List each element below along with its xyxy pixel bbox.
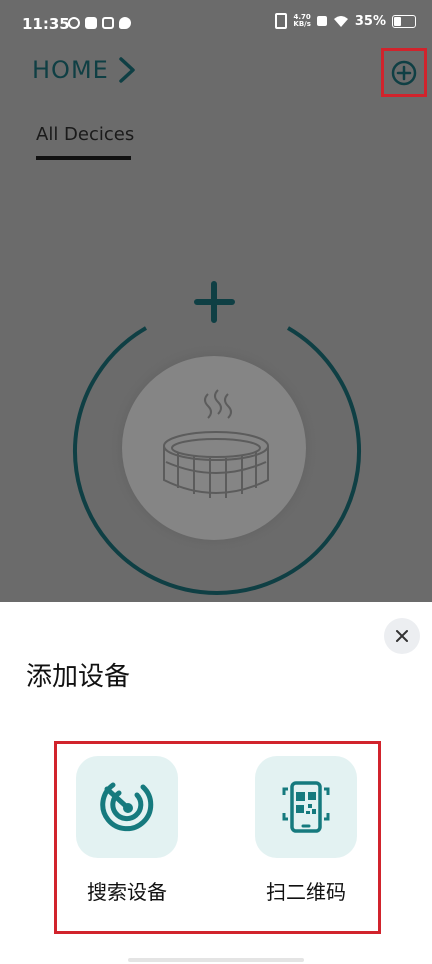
battery-icon [392,14,416,28]
add-plus-icon[interactable] [194,281,235,323]
tab-indicator [36,156,131,160]
plus-circle-icon [391,60,417,85]
add-device-button[interactable] [381,48,427,97]
home-indicator[interactable] [128,958,304,962]
chevron-right-icon[interactable] [116,56,138,84]
radar-search-icon [100,782,154,832]
notification-icons [68,17,131,29]
sheet-title: 添加设备 [26,662,131,692]
status-time: 11:35 [22,15,70,33]
close-button[interactable] [384,618,420,654]
scan-qr-button[interactable] [255,756,357,858]
sync-icon [68,17,80,29]
add-device-sheet: 添加设备 搜索设备 扫二维码 [0,602,432,964]
status-right: 4.70 KB/s 35% [275,13,416,29]
scan-qr-option[interactable]: 扫二维码 [254,756,358,905]
search-device-option[interactable]: 搜索设备 [75,756,179,905]
device-graphic[interactable] [60,280,372,600]
tiktok-icon [85,17,97,29]
page-title[interactable]: HOME [32,56,109,84]
app-icon [102,17,114,29]
search-device-label[interactable]: 搜索设备 [75,876,179,905]
battery-percent: 35% [354,13,386,29]
scan-qr-label[interactable]: 扫二维码 [254,876,358,905]
qr-scan-icon [282,781,330,833]
status-bar: 11:35 4.70 KB/s 35% [0,0,432,50]
add-options: 搜索设备 扫二维码 [54,741,381,934]
device-disc [122,356,306,540]
tab-all-devices[interactable]: All Decices [36,124,134,145]
wifi-icon [333,15,348,27]
network-speed-unit: KB/s [293,20,311,28]
sim-icon [316,16,327,26]
search-device-button[interactable] [76,756,178,858]
vibrate-icon [275,13,288,29]
network-speed: 4.70 KB/s [293,14,310,28]
chat-icon [119,17,131,29]
close-icon [396,630,408,642]
